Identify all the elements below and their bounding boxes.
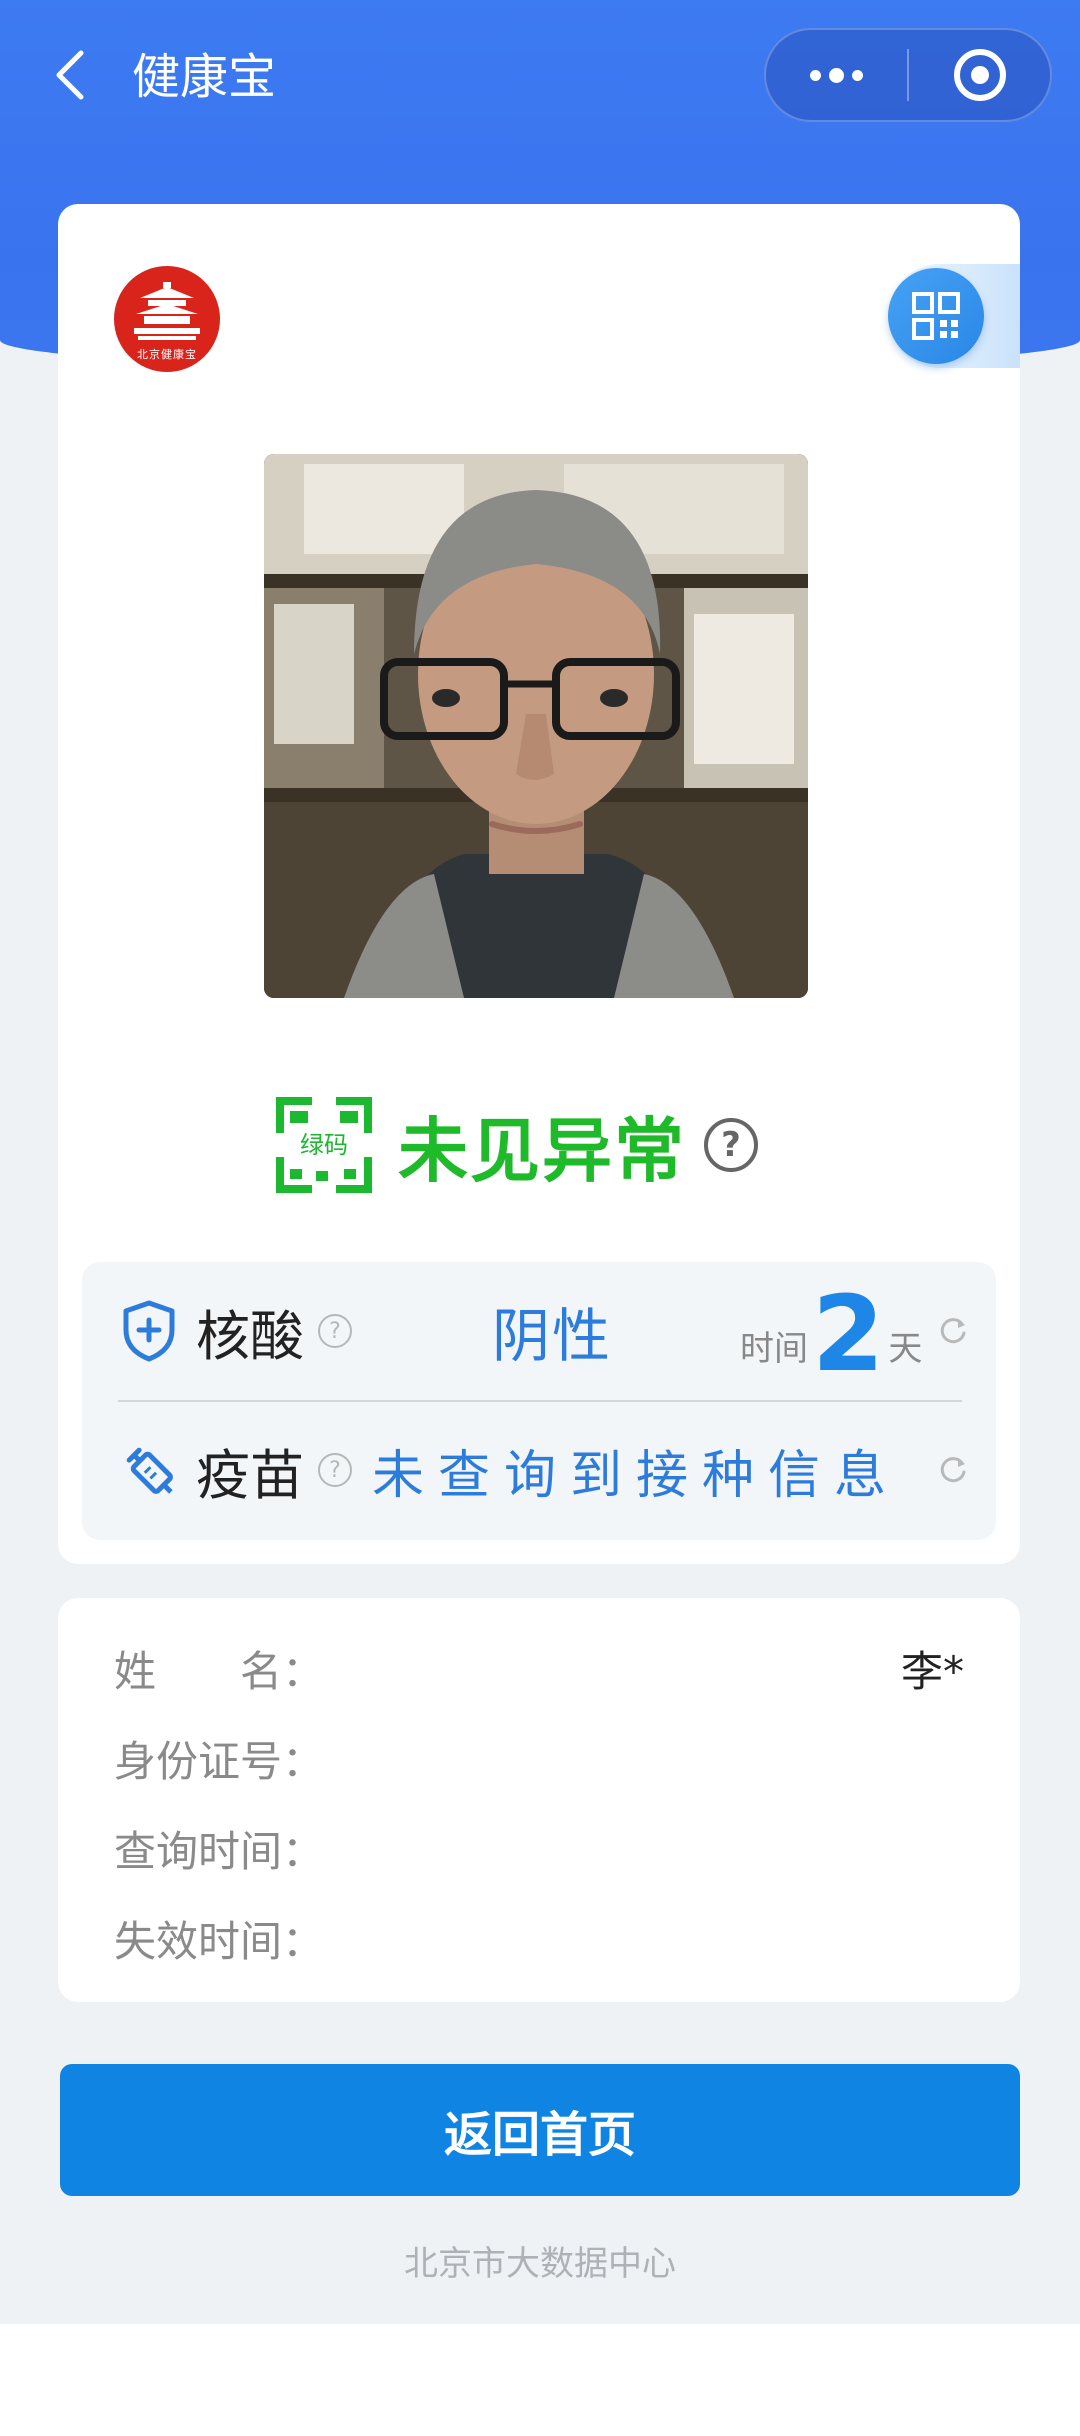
name-value: 李* [900,1646,964,1696]
name-row: 姓 名： 李* [114,1638,964,1698]
personal-info-card: 姓 名： 李* 身份证号： 查询时间： 失效时间： [58,1598,1020,2002]
chevron-left-icon [56,50,84,100]
temple-icon [134,282,200,340]
vaccine-label: 疫苗 [196,1443,304,1507]
qr-tab [888,264,1020,368]
health-status-card: 北京健康宝 绿码 未见异常 ? 核酸 ? 阴性 时间 2 天 疫苗 ? 未查询到… [58,204,1020,1564]
status-help-button[interactable]: ? [704,1118,758,1172]
qr-code-button[interactable] [888,268,984,364]
time-prefix: 时间 [740,1329,808,1369]
query-time-row: 查询时间： [114,1818,964,1878]
return-home-button[interactable]: 返回首页 [60,2064,1020,2196]
vaccine-help-button[interactable]: ? [318,1453,352,1487]
expire-time-label: 失效时间： [114,1916,325,1966]
test-vaccine-panel: 核酸 ? 阴性 时间 2 天 疫苗 ? 未查询到接种信息 [82,1262,996,1540]
more-dots-icon [810,67,863,83]
more-button[interactable] [766,30,907,120]
close-miniapp-button[interactable] [909,30,1050,120]
nucleic-time: 时间 2 天 [740,1276,922,1386]
nucleic-refresh-button[interactable] [938,1316,968,1346]
bottom-spacer [0,2324,1080,2436]
vaccine-refresh-button[interactable] [938,1455,968,1485]
time-suffix: 天 [888,1329,923,1369]
miniapp-capsule [764,28,1052,122]
green-code-icon: 绿码 [272,1093,376,1197]
user-photo [264,454,808,998]
expire-time-row: 失效时间： [114,1908,964,1968]
page-title: 健康宝 [132,49,277,105]
nucleic-result: 阴性 [492,1302,613,1370]
syringe-icon [120,1439,178,1501]
logo-caption: 北京健康宝 [137,348,197,361]
nucleic-label: 核酸 [196,1304,304,1368]
footer-text: 北京市大数据中心 [404,2244,676,2284]
target-icon [953,49,1006,101]
refresh-icon [940,1457,966,1483]
beijing-health-logo: 北京健康宝 [114,266,220,372]
health-code-page: 健康宝 北京健康宝 绿码 未见异常 ? 核酸 ? 阴性 时间 2 天 疫苗 ? … [0,0,1080,2436]
id-label: 身份证号： [114,1736,325,1786]
id-row: 身份证号： [114,1728,964,1788]
vaccine-result: 未查询到接种信息 [372,1445,901,1506]
refresh-icon [940,1318,966,1344]
health-status: 绿码 未见异常 ? [272,1090,758,1200]
query-time-label: 查询时间： [114,1826,325,1876]
nucleic-help-button[interactable]: ? [318,1314,352,1348]
status-text: 未见异常 [398,1109,686,1192]
qr-code-icon [912,292,960,340]
vaccine-row: 疫苗 ? 未查询到接种信息 [82,1401,996,1539]
green-code-label: 绿码 [284,1127,364,1163]
nucleic-row: 核酸 ? 阴性 时间 2 天 [82,1262,996,1400]
name-label: 姓 名： [114,1646,325,1696]
time-days: 2 [812,1273,885,1395]
back-button[interactable] [40,42,100,108]
shield-plus-icon [120,1300,178,1362]
